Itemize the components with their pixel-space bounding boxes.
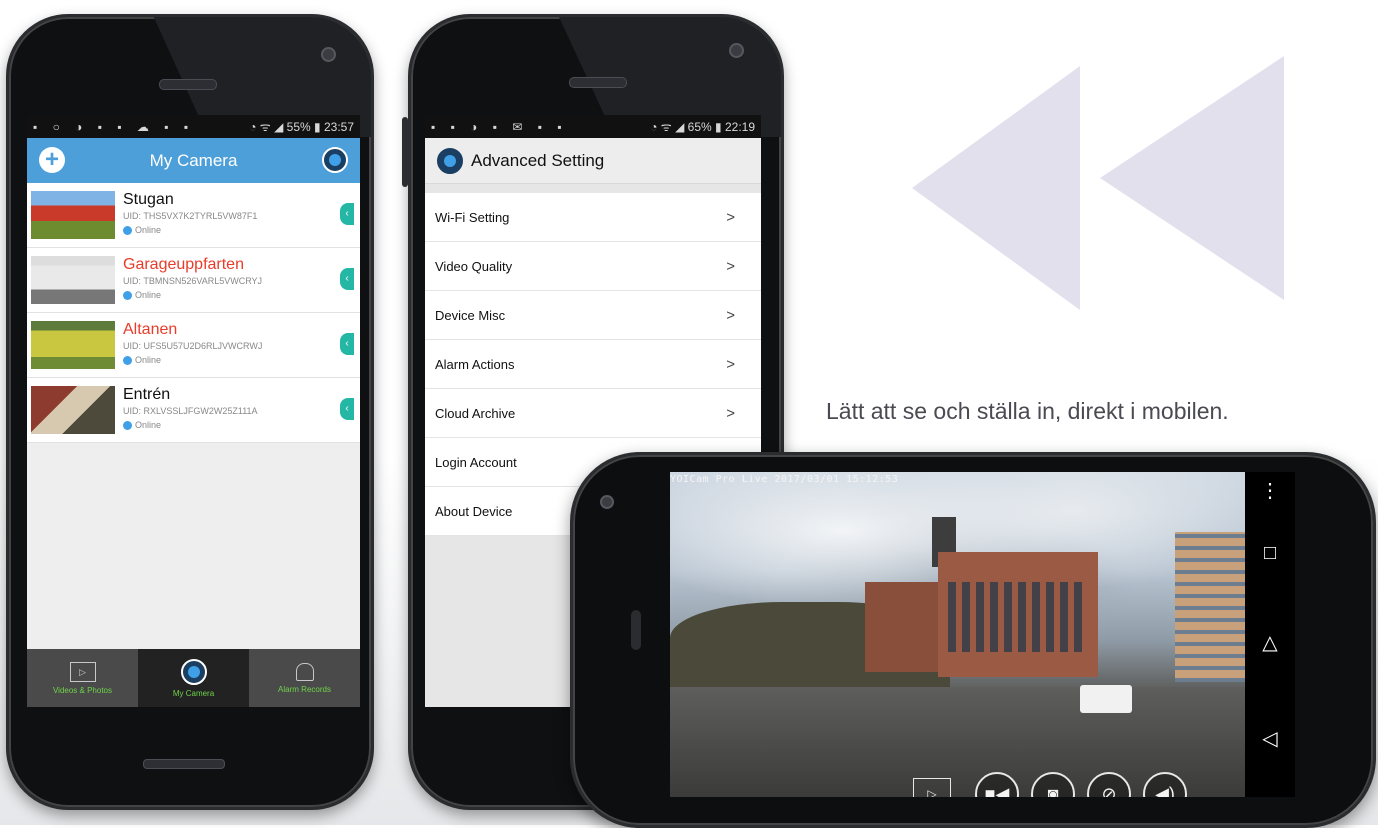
snapshot-camera-button[interactable]: ◙ <box>1031 772 1075 797</box>
camera-name: Altanen <box>123 321 178 338</box>
camera-thumbnail <box>31 256 115 304</box>
bell-icon <box>295 662 314 681</box>
online-icon <box>123 225 132 235</box>
online-icon <box>123 355 132 365</box>
camera-status: Online <box>123 290 161 300</box>
more-menu-icon[interactable]: ⋮ <box>1245 478 1295 503</box>
notification-icons: ▪ ▪ ◑ ▪ ✉ ▪ ▪ <box>431 119 568 134</box>
building <box>1175 532 1245 682</box>
camera-status: Online <box>123 225 161 235</box>
front-camera <box>729 43 744 58</box>
chevron-right-icon: > <box>726 404 735 422</box>
live-video-feed[interactable]: YOICam Pro Live 2017/03/01 15:12:53 ▷ ■◀… <box>670 472 1245 797</box>
camera-uid: UID: TBMNSN526VARL5VWCRYJ <box>123 276 263 286</box>
home-icon[interactable]: △ <box>1245 630 1295 655</box>
phone-my-camera: ▪ ○ ◑ ▪ ▪ ☁ ▪ ▪ ◔ ᯤ ◢ 55% ▮ 23:57 + My C… <box>6 14 374 810</box>
app-header: Advanced Setting <box>425 138 761 184</box>
record-video-button[interactable]: ■◀ <box>975 772 1019 797</box>
notification-icons: ▪ ○ ◑ ▪ ▪ ☁ ▪ ▪ <box>33 119 195 134</box>
chevron-right-icon: > <box>726 257 735 275</box>
camera-status: Online <box>123 355 161 365</box>
status-bar: ▪ ▪ ◑ ▪ ✉ ▪ ▪ ◔ ᯤ ◢ 65% ▮ 22:19 <box>425 115 761 138</box>
camera-thumbnail <box>31 386 115 434</box>
chevron-left-icon[interactable]: ‹ <box>340 203 354 225</box>
earpiece <box>569 77 627 88</box>
status-right: ◔ ᯤ ◢ 55% ▮ 23:57 <box>249 120 354 134</box>
clock: 23:57 <box>323 120 354 134</box>
camera-name: Entrén <box>123 386 171 403</box>
home-button[interactable] <box>143 759 225 769</box>
rewind-triangle-right <box>1100 56 1284 300</box>
camera-row-entren[interactable]: Entrén UID: RXLVSSLJFGW2W25Z111A Online … <box>27 378 360 443</box>
tab-alarm-records[interactable]: Alarm Records <box>249 649 360 707</box>
add-camera-button[interactable]: + <box>39 147 65 173</box>
bottom-nav: ▷ Videos & Photos My Camera Alarm Record… <box>27 649 360 707</box>
setting-alarm-actions[interactable]: Alarm Actions > <box>425 340 761 389</box>
page-title: Advanced Setting <box>471 150 605 170</box>
camera-thumbnail <box>31 191 115 239</box>
tab-videos-photos[interactable]: ▷ Videos & Photos <box>27 649 138 707</box>
earpiece <box>631 610 641 650</box>
camera-row-garageuppfarten[interactable]: Garageuppfarten UID: TBMNSN526VARL5VWCRY… <box>27 248 360 313</box>
battery-level: 65% <box>687 120 712 134</box>
chevron-left-icon[interactable]: ‹ <box>340 268 354 290</box>
app-logo-icon <box>437 147 463 174</box>
camera-uid: UID: THS5VX7K2TYRL5VW87F1 <box>123 211 258 221</box>
building <box>865 582 945 672</box>
tagline: Lätt att se och ställa in, direkt i mobi… <box>826 398 1229 424</box>
android-navbar: ⋮ □ △ ◁ <box>1245 472 1295 797</box>
page-title: My Camera <box>149 150 238 170</box>
earpiece <box>159 79 217 90</box>
truck <box>1080 685 1132 713</box>
mic-muted-button[interactable]: ⊘ <box>1087 772 1131 797</box>
camera-uid: UID: RXLVSSLJFGW2W25Z111A <box>123 406 258 416</box>
status-right: ◔ ᯤ ◢ 65% ▮ 22:19 <box>650 120 755 134</box>
app-logo-icon[interactable] <box>322 147 348 173</box>
online-icon <box>123 420 132 430</box>
recents-icon[interactable]: □ <box>1245 542 1295 565</box>
setting-cloud-archive[interactable]: Cloud Archive > <box>425 389 761 438</box>
camera-list: Stugan UID: THS5VX7K2TYRL5VW87F1 Online … <box>27 183 360 443</box>
camera-name: Stugan <box>123 191 174 208</box>
battery-level: 55% <box>286 120 311 134</box>
setting-wifi[interactable]: Wi-Fi Setting > <box>425 193 761 242</box>
my-camera-screen: ▪ ○ ◑ ▪ ▪ ☁ ▪ ▪ ◔ ᯤ ◢ 55% ▮ 23:57 + My C… <box>27 115 360 707</box>
play-icon: ▷ <box>69 661 96 682</box>
clock: 22:19 <box>724 120 755 134</box>
chevron-left-icon[interactable]: ‹ <box>340 398 354 420</box>
front-camera <box>600 495 614 509</box>
speaker-muted-button[interactable]: ◀) <box>1143 772 1187 797</box>
camera-thumbnail <box>31 321 115 369</box>
phone-live-view: YOICam Pro Live 2017/03/01 15:12:53 ▷ ■◀… <box>570 452 1376 828</box>
setting-video-quality[interactable]: Video Quality > <box>425 242 761 291</box>
camera-uid: UID: UFS5U57U2D6RLJVWCRWJ <box>123 341 263 351</box>
camera-row-altanen[interactable]: Altanen UID: UFS5U57U2D6RLJVWCRWJ Online… <box>27 313 360 378</box>
front-camera <box>321 47 336 62</box>
camera-row-stugan[interactable]: Stugan UID: THS5VX7K2TYRL5VW87F1 Online … <box>27 183 360 248</box>
rewind-triangle-left <box>912 66 1080 310</box>
chevron-right-icon: > <box>726 208 735 226</box>
building <box>938 552 1098 677</box>
camera-status: Online <box>123 420 161 430</box>
status-bar: ▪ ○ ◑ ▪ ▪ ☁ ▪ ▪ ◔ ᯤ ◢ 55% ▮ 23:57 <box>27 115 360 138</box>
video-controls: ▷ ■◀ ◙ ⊘ ◀) <box>913 772 1187 797</box>
playback-icon[interactable]: ▷ <box>913 778 951 797</box>
volume-button <box>402 117 408 187</box>
camera-name: Garageuppfarten <box>123 256 244 273</box>
camera-icon <box>180 658 207 685</box>
app-header: + My Camera <box>27 138 360 183</box>
video-overlay-timestamp: YOICam Pro Live 2017/03/01 15:12:53 <box>670 474 899 485</box>
chevron-right-icon: > <box>726 355 735 373</box>
chevron-left-icon[interactable]: ‹ <box>340 333 354 355</box>
back-icon[interactable]: ◁ <box>1245 726 1295 751</box>
setting-device-misc[interactable]: Device Misc > <box>425 291 761 340</box>
chevron-right-icon: > <box>726 306 735 324</box>
tab-my-camera[interactable]: My Camera <box>138 649 249 707</box>
online-icon <box>123 290 132 300</box>
